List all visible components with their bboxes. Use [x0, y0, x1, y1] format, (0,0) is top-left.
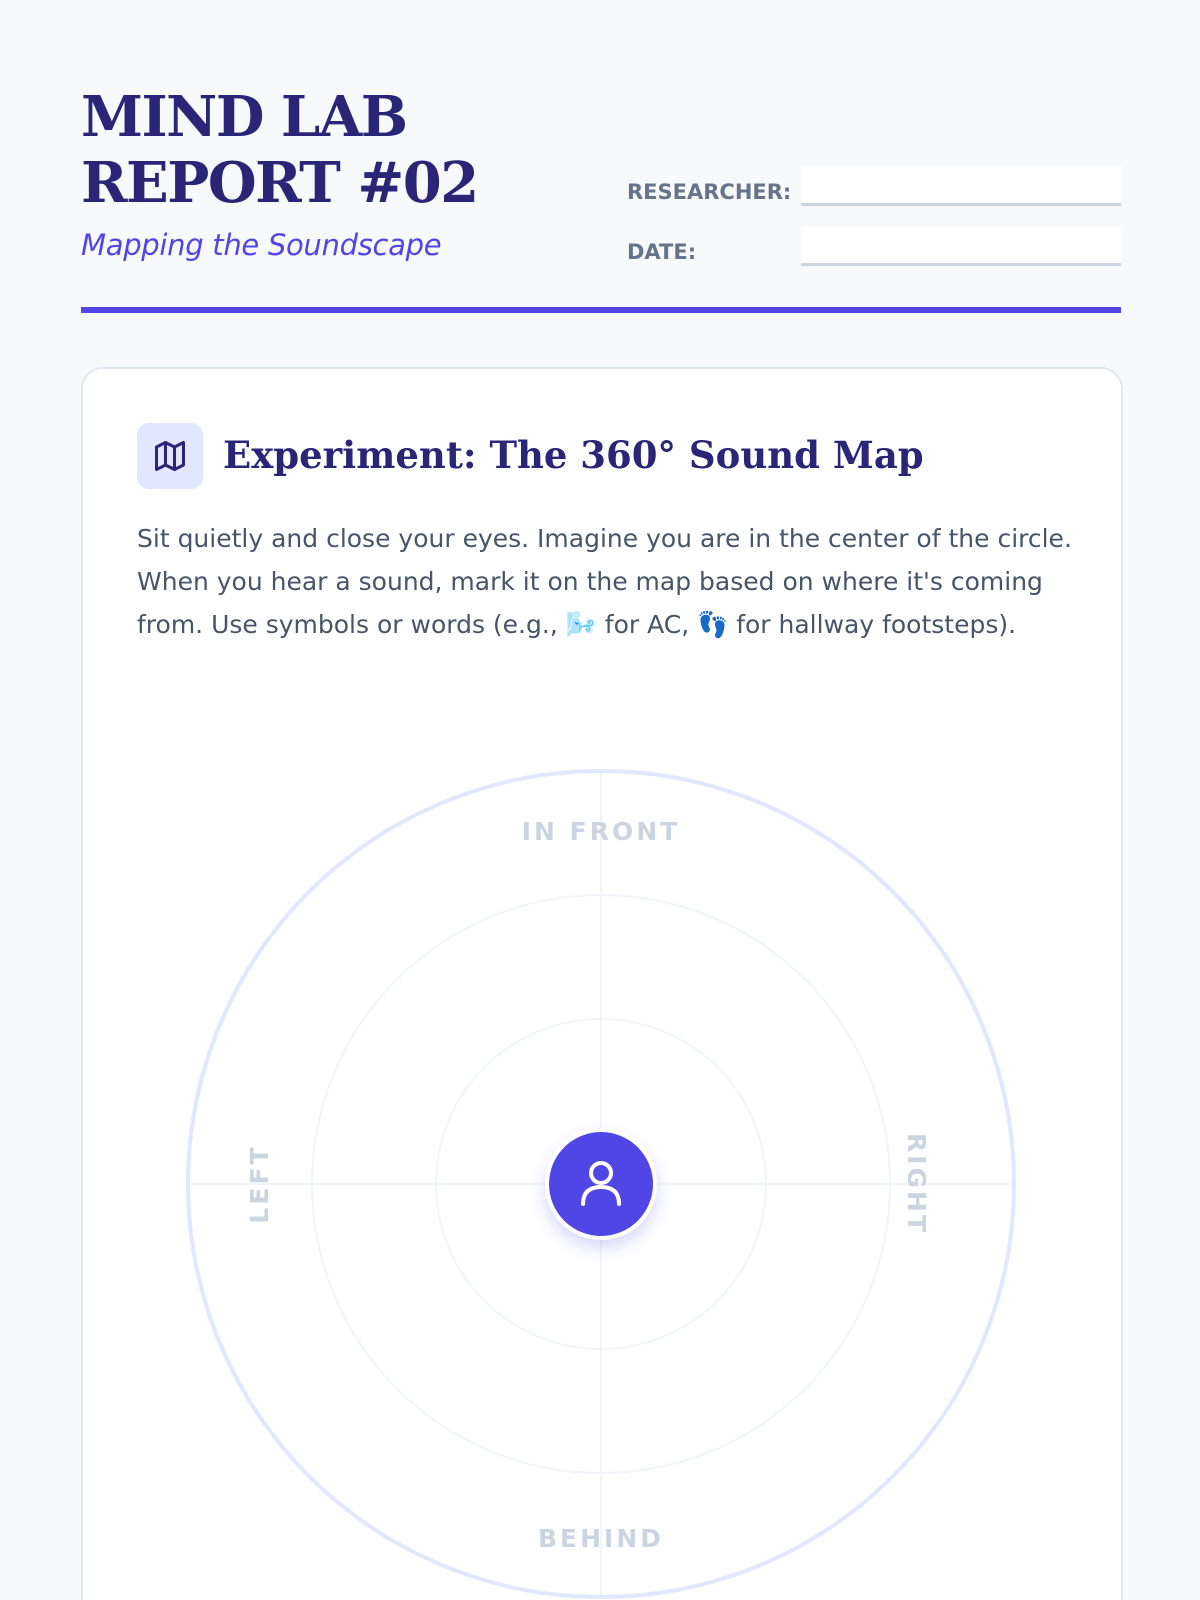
- report-title: MIND LAB REPORT #02: [81, 84, 479, 216]
- researcher-label: RESEARCHER:: [627, 180, 792, 204]
- date-row: DATE:: [627, 226, 1121, 266]
- experiment-title: Experiment: The 360° Sound Map: [223, 433, 924, 477]
- date-label: DATE:: [627, 240, 697, 264]
- direction-front: IN FRONT: [522, 817, 681, 846]
- researcher-field[interactable]: [801, 166, 1121, 206]
- experiment-instructions: Sit quietly and close your eyes. Imagine…: [137, 524, 1072, 639]
- direction-right: RIGHT: [902, 1133, 931, 1235]
- report-meta: RESEARCHER: DATE:: [627, 166, 1121, 286]
- researcher-row: RESEARCHER:: [627, 166, 1121, 206]
- experiment-card: Experiment: The 360° Sound Map Sit quiet…: [81, 367, 1123, 1600]
- report-subtitle: Mapping the Soundscape: [81, 228, 442, 262]
- sound-map[interactable]: IN FRONT BEHIND LEFT RIGHT: [184, 767, 1018, 1600]
- person-icon: [545, 1128, 657, 1240]
- date-field[interactable]: [801, 226, 1121, 266]
- direction-left: LEFT: [245, 1144, 274, 1223]
- map-icon: [137, 423, 203, 489]
- header-divider: [81, 307, 1121, 313]
- direction-behind: BEHIND: [538, 1524, 664, 1553]
- report-header: MIND LAB REPORT #02 Mapping the Soundsca…: [81, 84, 1121, 314]
